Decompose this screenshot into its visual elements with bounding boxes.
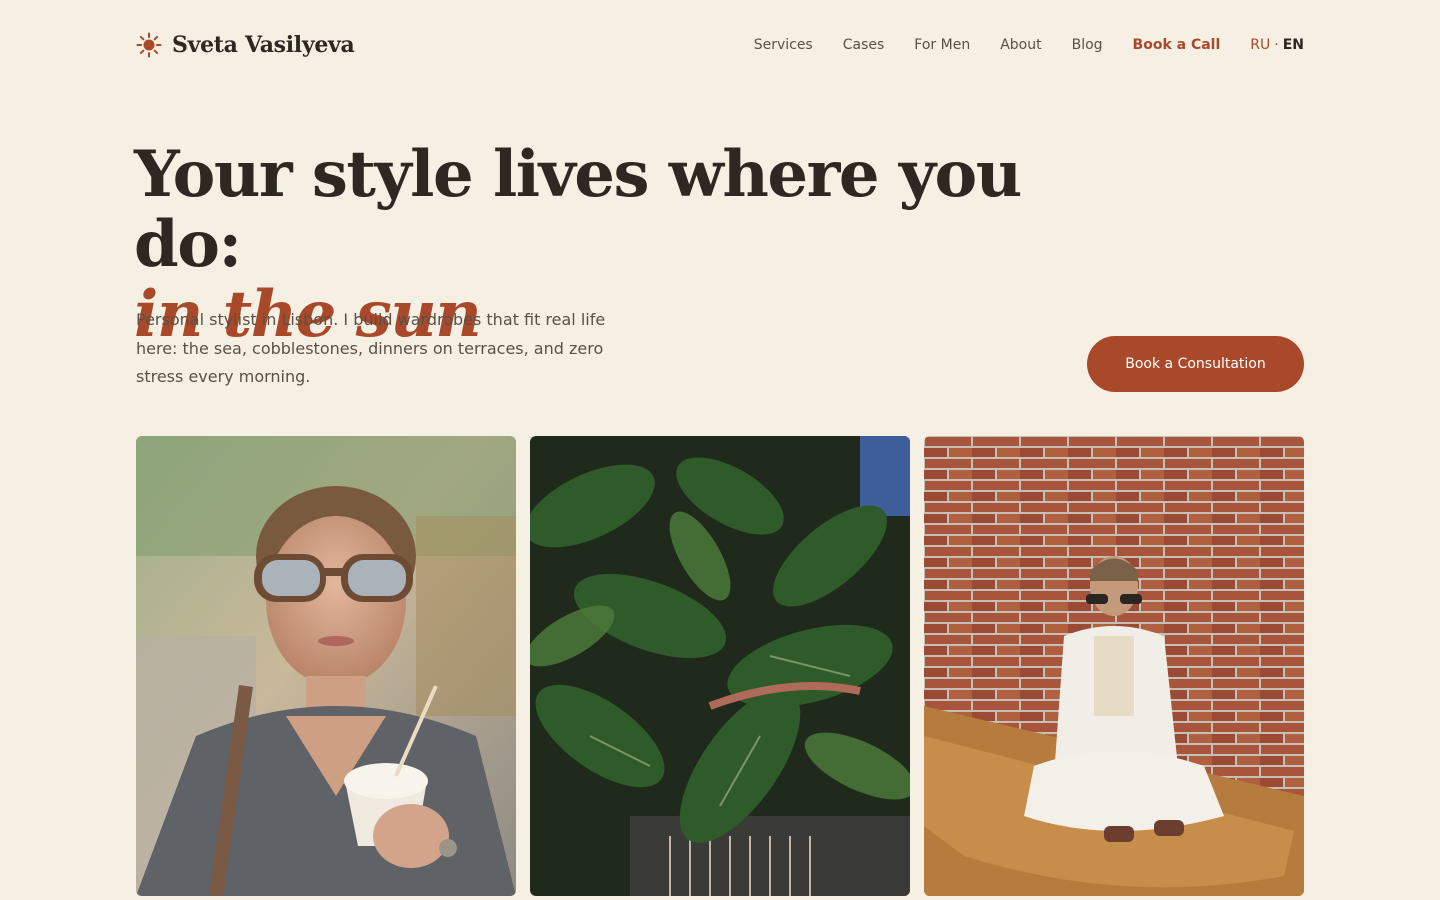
book-consultation-button[interactable]: Book a Consultation: [1087, 336, 1304, 392]
gallery-photo-leaves: [530, 436, 910, 896]
brand-name: Sveta Vasilyeva: [172, 32, 355, 58]
nav-services[interactable]: Services: [754, 37, 813, 53]
lang-ru[interactable]: RU: [1250, 37, 1270, 53]
hero-intro: Personal stylist in Lisbon. I build ward…: [136, 310, 606, 386]
language-switcher: RU · EN: [1250, 37, 1304, 53]
lang-en[interactable]: EN: [1283, 37, 1304, 53]
brand-logo[interactable]: Sveta Vasilyeva: [136, 32, 355, 58]
nav-blog[interactable]: Blog: [1072, 37, 1103, 53]
nav-book-call[interactable]: Book a Call: [1133, 37, 1221, 53]
site-header: Sveta Vasilyeva Services Cases For Men A…: [136, 26, 1304, 64]
nav-about[interactable]: About: [1000, 37, 1041, 53]
nav-for-men[interactable]: For Men: [914, 37, 970, 53]
gallery-photo-portrait: [136, 436, 516, 896]
photo-gallery: [136, 436, 1304, 896]
lang-separator: ·: [1274, 37, 1279, 53]
hero-title-line1: Your style lives where you do:: [134, 137, 1022, 282]
gallery-photo-brick-wall: [924, 436, 1304, 896]
nav-cases[interactable]: Cases: [843, 37, 885, 53]
main-nav: Services Cases For Men About Blog Book a…: [754, 37, 1304, 53]
sun-icon: [136, 32, 162, 58]
